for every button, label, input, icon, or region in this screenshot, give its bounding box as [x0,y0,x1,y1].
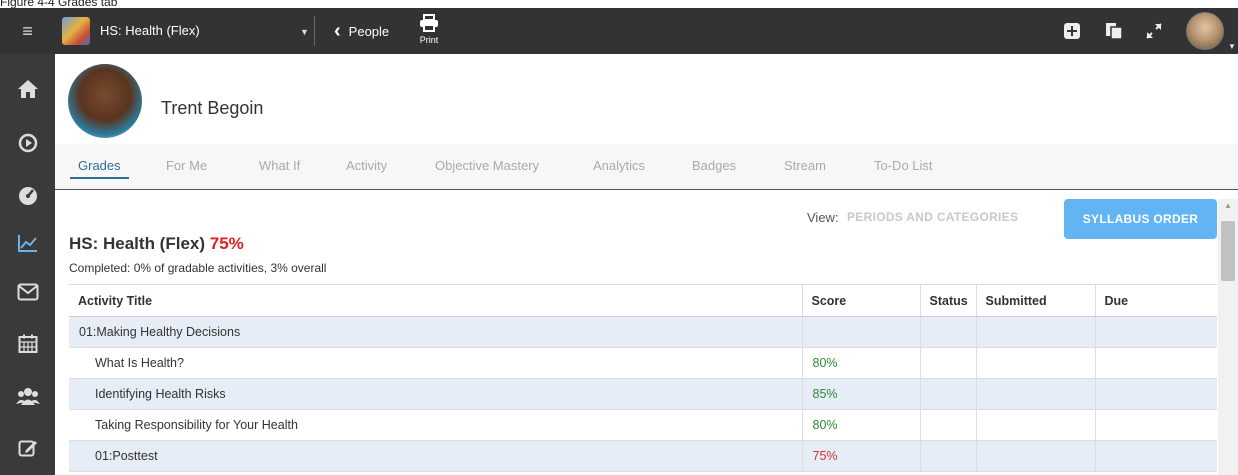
activity-title[interactable]: 01:Posttest [69,440,802,472]
view-toggle: View: PERIODS AND CATEGORIES SYLLABUS OR… [55,199,1218,239]
completion-summary: Completed: 0% of gradable activities, 3%… [69,261,327,275]
user-avatar[interactable] [1186,12,1224,50]
column-header-submitted[interactable]: Submitted [975,284,1095,317]
activity-due [1094,316,1217,348]
grades-table: Activity Title Score Status Submitted Du… [69,284,1217,472]
line-chart-icon[interactable] [0,216,55,270]
activity-due [1094,378,1217,410]
activity-title[interactable]: Identifying Health Risks [69,378,802,410]
course-title: HS: Health (Flex) [69,234,206,253]
column-header-score[interactable]: Score [801,284,920,317]
column-header-activity-title[interactable]: Activity Title [69,284,802,317]
activity-score: 80% [801,409,920,441]
column-header-status[interactable]: Status [919,284,976,317]
activity-title[interactable]: What Is Health? [69,347,802,379]
calendar-icon[interactable] [0,317,55,371]
activity-submitted [975,378,1095,410]
sidebar [0,54,55,475]
activity-due [1094,347,1217,379]
table-row[interactable]: Taking Responsibility for Your Health 80… [69,409,1217,441]
printer-icon [420,14,438,32]
table-row[interactable]: 01:Posttest 75% [69,440,1217,472]
top-bar: ≡ HS: Health (Flex) ▼ ‹ People Print ▼ [0,8,1238,54]
activity-title[interactable]: Taking Responsibility for Your Health [69,409,802,441]
activity-status [919,409,976,441]
table-row[interactable]: Identifying Health Risks 85% [69,378,1217,410]
activity-score [801,316,920,348]
home-icon[interactable] [0,62,55,116]
expand-icon[interactable] [1144,21,1164,41]
activity-submitted [975,347,1095,379]
print-button[interactable]: Print [416,14,442,45]
syllabus-order-button[interactable]: SYLLABUS ORDER [1064,199,1217,239]
table-header-row: Activity Title Score Status Submitted Du… [69,284,1217,317]
activity-submitted [975,440,1095,472]
scroll-up-icon[interactable]: ▲ [1224,201,1232,210]
hamburger-menu-icon[interactable]: ≡ [0,8,55,54]
add-icon[interactable] [1062,21,1082,41]
chevron-down-icon[interactable]: ▼ [300,8,309,54]
back-label: People [348,23,390,39]
activity-due [1094,409,1217,441]
copy-icon[interactable] [1104,21,1124,41]
activity-title[interactable]: 01:Making Healthy Decisions [69,316,802,348]
course-thumbnail [62,17,90,45]
activity-status [919,440,976,472]
activity-score: 75% [801,440,920,472]
play-circle-icon[interactable] [0,116,55,170]
table-row[interactable]: What Is Health? 80% [69,347,1217,379]
figure-caption: Figure 4-4 Grades tab [0,0,118,8]
users-icon[interactable] [0,369,55,423]
table-row[interactable]: 01:Making Healthy Decisions [69,316,1217,348]
scrollbar-thumb[interactable] [1221,221,1235,281]
vertical-scrollbar[interactable]: ▲ [1218,199,1238,475]
activity-submitted [975,316,1095,348]
column-header-due[interactable]: Due [1094,284,1217,317]
activity-status [919,347,976,379]
activity-score: 80% [801,347,920,379]
activity-status [919,378,976,410]
dashboard-icon[interactable] [0,168,55,222]
envelope-icon[interactable] [0,265,55,319]
course-grade-heading: HS: Health (Flex) 75% [69,234,244,254]
chevron-down-icon[interactable]: ▼ [1228,42,1236,51]
activity-score: 85% [801,378,920,410]
periods-and-categories-button[interactable]: PERIODS AND CATEGORIES [847,210,1018,224]
grades-panel: View: PERIODS AND CATEGORIES SYLLABUS OR… [55,54,1238,475]
course-percent: 75% [209,234,244,253]
edit-icon[interactable] [0,421,55,475]
course-selector[interactable]: HS: Health (Flex) [100,8,200,54]
divider [314,16,315,46]
activity-due [1094,440,1217,472]
print-label: Print [419,35,439,45]
activity-status [919,316,976,348]
view-label: View: [807,210,839,225]
back-to-people-button[interactable]: ‹ People [334,8,389,54]
chevron-left-icon: ‹ [334,20,341,42]
activity-submitted [975,409,1095,441]
